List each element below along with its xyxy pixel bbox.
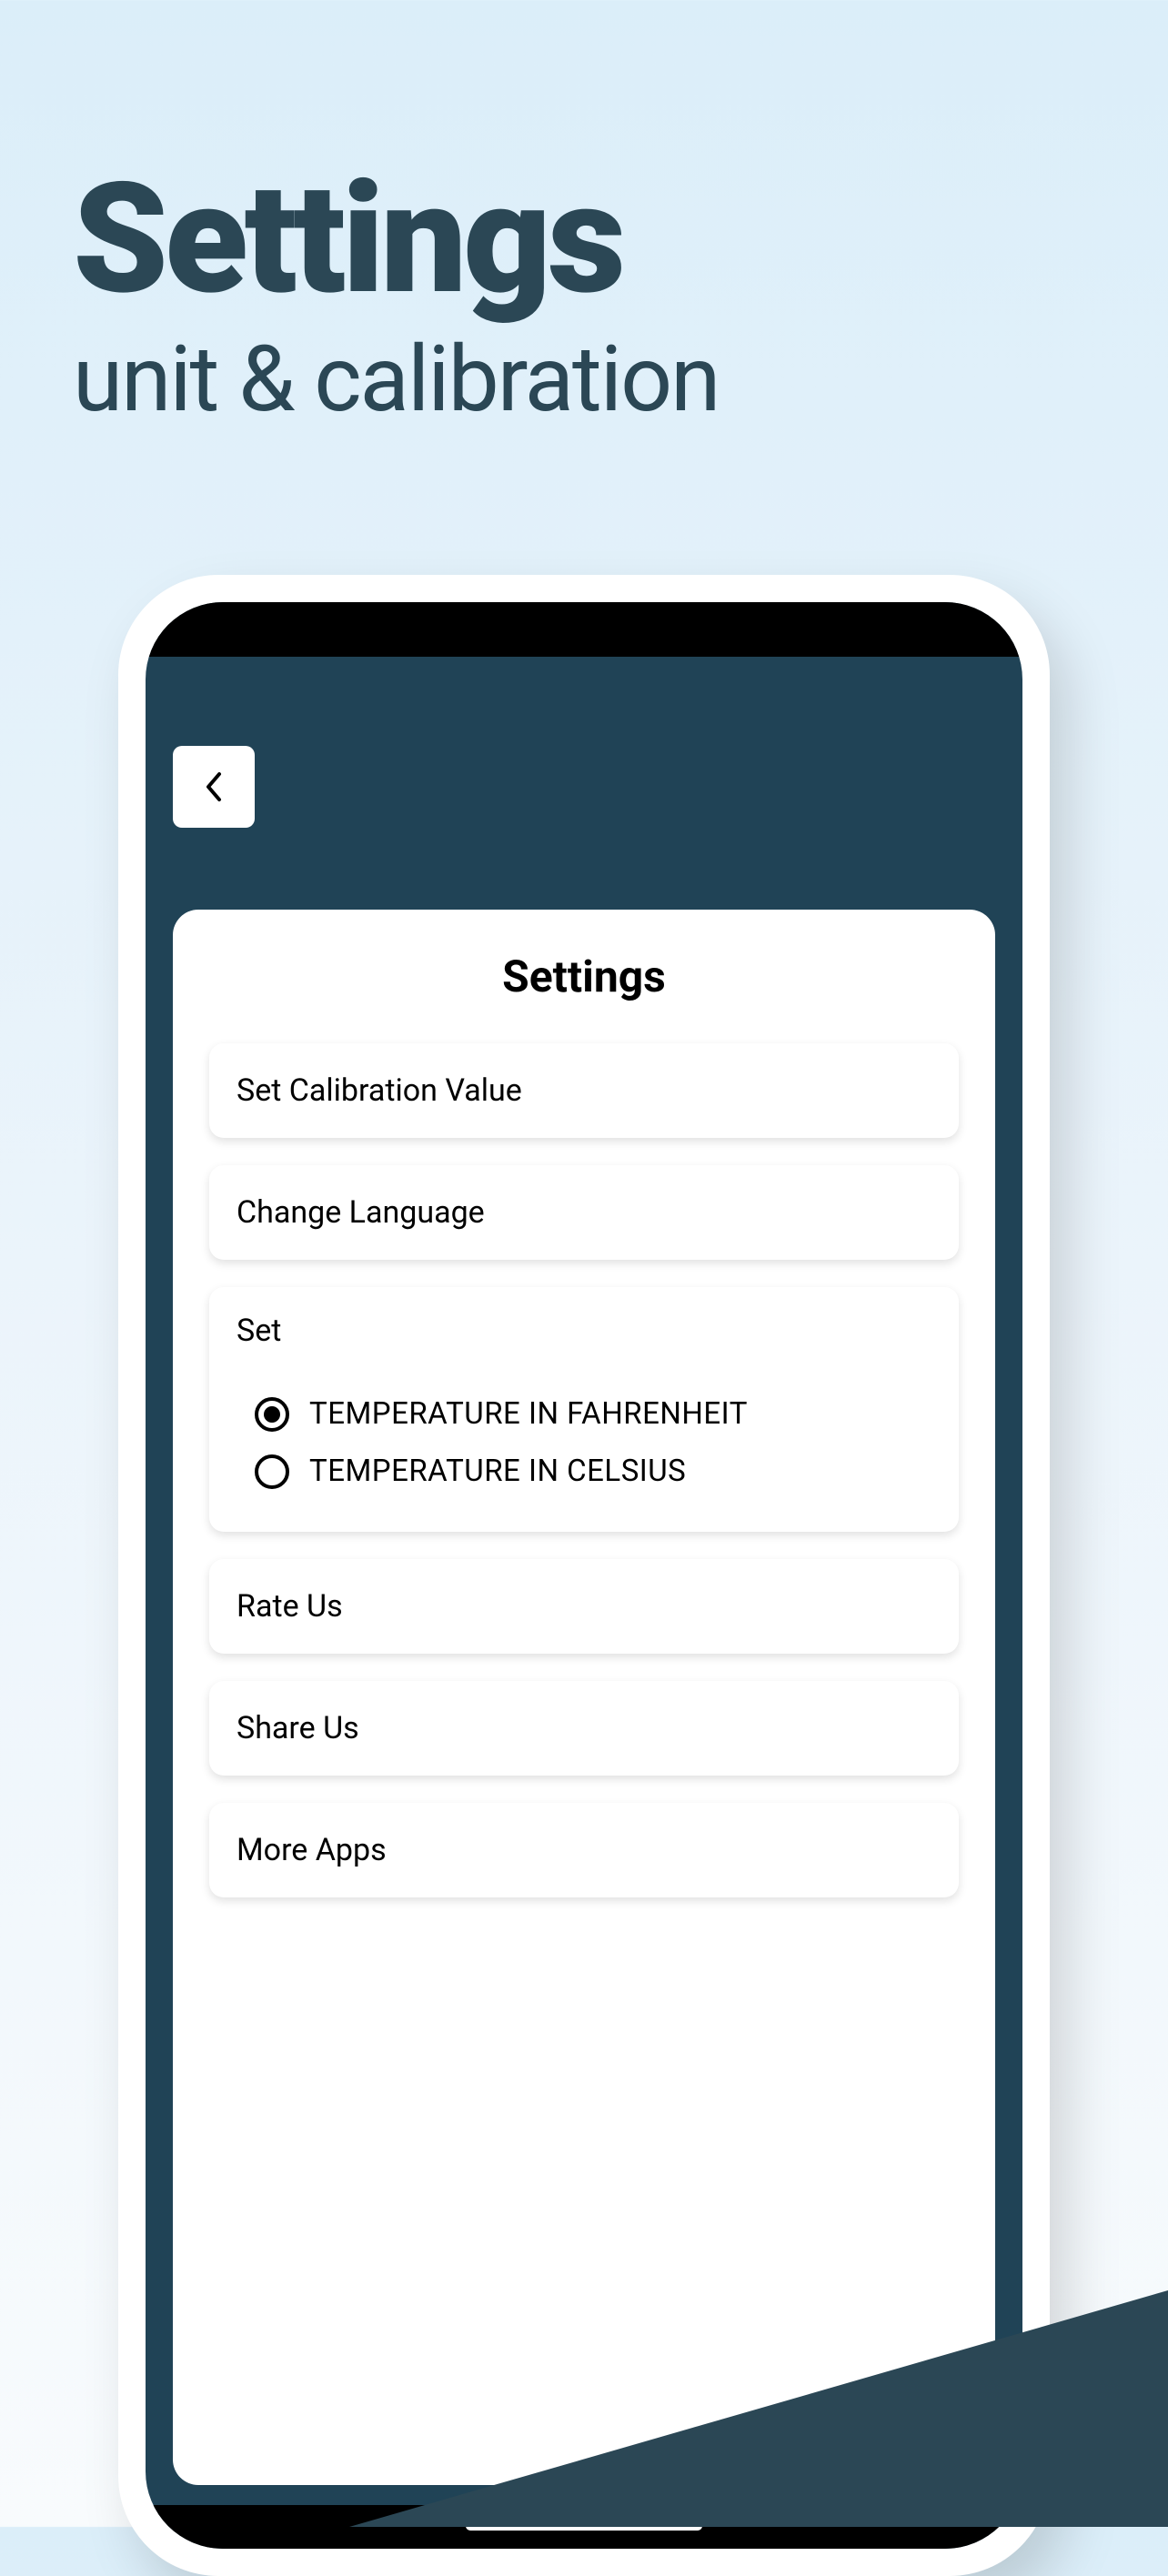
- settings-panel: Settings Set Calibration Value Change La…: [173, 910, 995, 2485]
- radio-circle-icon: [255, 1397, 289, 1432]
- setting-share-us[interactable]: Share Us: [209, 1681, 959, 1776]
- setting-language-label: Change Language: [237, 1194, 931, 1231]
- panel-title: Settings: [209, 951, 959, 1002]
- phone-screen: Settings Set Calibration Value Change La…: [146, 602, 1022, 2549]
- setting-more-apps-label: More Apps: [237, 1832, 931, 1868]
- radio-celsius-label: TEMPERATURE IN CELSIUS: [309, 1454, 686, 1489]
- phone-notch: [361, 602, 807, 657]
- setting-calibration-label: Set Calibration Value: [237, 1072, 931, 1109]
- promo-header: Settings unit & calibration: [0, 0, 1168, 435]
- setting-rate-us-label: Rate Us: [237, 1588, 931, 1625]
- chevron-left-icon: [203, 770, 225, 803]
- phone-frame: Settings Set Calibration Value Change La…: [118, 575, 1050, 2576]
- radio-fahrenheit-label: TEMPERATURE IN FAHRENHEIT: [309, 1396, 748, 1432]
- back-button[interactable]: [173, 746, 255, 828]
- setting-temperature-group: Set TEMPERATURE IN FAHRENHEIT TEMPERATUR…: [209, 1287, 959, 1532]
- setting-language[interactable]: Change Language: [209, 1165, 959, 1260]
- setting-share-us-label: Share Us: [237, 1710, 931, 1746]
- promo-subtitle: unit & calibration: [73, 326, 1095, 435]
- radio-circle-icon: [255, 1454, 289, 1489]
- setting-rate-us[interactable]: Rate Us: [209, 1559, 959, 1654]
- radio-fahrenheit[interactable]: TEMPERATURE IN FAHRENHEIT: [237, 1385, 931, 1443]
- setting-calibration[interactable]: Set Calibration Value: [209, 1043, 959, 1138]
- setting-more-apps[interactable]: More Apps: [209, 1803, 959, 1897]
- promo-title: Settings: [73, 164, 1095, 317]
- temperature-group-label: Set: [237, 1313, 931, 1349]
- radio-celsius[interactable]: TEMPERATURE IN CELSIUS: [237, 1443, 931, 1500]
